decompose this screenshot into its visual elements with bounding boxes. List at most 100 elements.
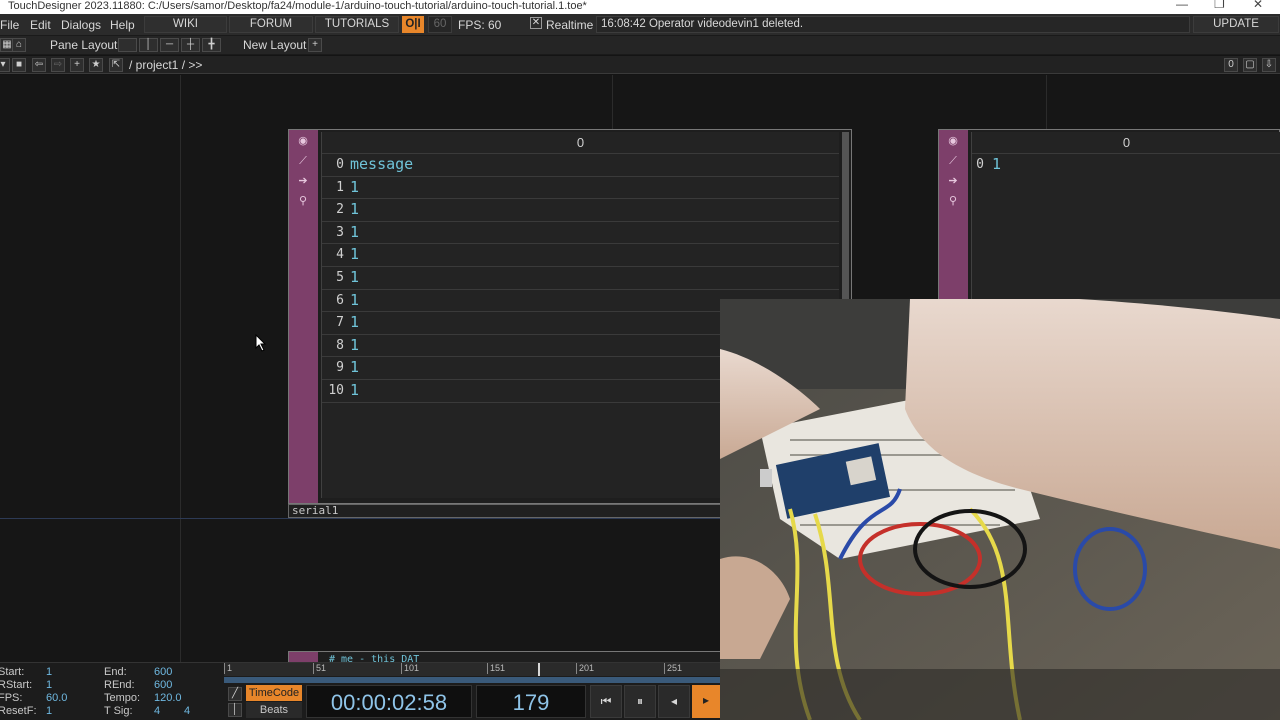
add-layout-icon[interactable]: + [308,38,322,52]
table-row: 31 [322,222,839,245]
row-value: 1 [350,381,360,399]
webcam-overlay [720,299,1280,720]
select-dat-node[interactable]: ◉ ⟋ ➔ ⚲ 0 0 1 [938,129,1280,309]
step-back-button[interactable]: ◂ [658,685,690,718]
table-row: 11 [322,177,839,200]
fps-value: 60 [488,18,502,32]
column-header: 0 [972,132,1280,154]
layout-split-h-icon[interactable]: ─ [160,38,179,52]
table-row: 51 [322,267,839,290]
row-index: 5 [336,270,344,285]
restore-icon[interactable]: ❐ [1214,0,1225,10]
minimize-icon[interactable]: — [1176,0,1188,10]
add-icon[interactable]: + [70,58,84,72]
grid-line [180,75,181,662]
layout-quad-icon[interactable]: ╋ [202,38,221,52]
star-icon[interactable]: ★ [89,58,103,72]
tutorials-button[interactable]: TUTORIALS [315,16,399,33]
layout-triple-icon[interactable]: ┼ [181,38,200,52]
row-value: 1 [350,222,360,241]
timeline-ruler[interactable]: 1 51 101 151 201 251 [224,663,720,676]
row-index: 4 [336,247,344,263]
stop-icon[interactable]: ■ [12,58,26,72]
timecode-tab[interactable]: TimeCode [246,685,302,701]
row-value: 1 [350,358,360,377]
fps-label: FPS: [0,692,23,704]
range-bar[interactable] [224,677,720,683]
pulse-icon[interactable]: ⟋ [296,154,310,168]
network-path[interactable]: / project1 / >> [129,58,202,72]
status-message: 16:08:42 Operator videodevin1 deleted. [596,16,1190,33]
timeline-bar-icon[interactable]: │ [228,703,242,717]
lock-icon[interactable]: ⚲ [946,194,960,208]
ruler-tick: 201 [576,663,594,674]
timeline-slash-icon[interactable]: ╱ [228,687,242,701]
fps-target-field[interactable]: 60 [428,16,452,33]
close-icon[interactable]: ✕ [1253,0,1263,10]
forum-button[interactable]: FORUM [229,16,313,33]
rewind-button[interactable]: ⏮ [590,685,622,718]
lock-icon[interactable]: ⚲ [296,194,310,208]
menu-help[interactable]: Help [110,18,135,32]
playhead[interactable] [538,663,540,676]
wiki-button[interactable]: WIKI [144,16,227,33]
rstart-value[interactable]: 1 [46,679,52,691]
grid-line [1046,75,1047,130]
start-label: Start: [0,666,25,678]
beats-tab[interactable]: Beats [246,702,302,718]
pause-button[interactable]: ⏸ [624,685,656,718]
table-row: 0 1 [972,154,1280,177]
layout-single-icon[interactable] [118,38,137,52]
fps-label: FPS: [458,18,485,32]
ruler-tick: 151 [487,663,505,674]
menu-file[interactable]: File [0,18,19,32]
link-icon[interactable]: ⇱ [109,58,123,72]
home-icon[interactable]: ⌂ [12,38,26,52]
menu-dialogs[interactable]: Dialogs [61,18,101,32]
pulse-icon[interactable]: ⟋ [946,154,960,168]
tsig-denominator[interactable]: 4 [184,705,190,717]
row-index: 10 [328,383,344,398]
play-button[interactable]: ▸ [692,685,720,718]
layout-split-v-icon[interactable]: │ [139,38,158,52]
window-title-bar: TouchDesigner 2023.11880: C:/Users/samor… [0,0,1280,14]
forward-icon[interactable]: ⇨ [51,58,65,72]
column-header: 0 [322,132,839,154]
fps-value[interactable]: 60.0 [46,692,67,704]
row-value: 1 [350,335,360,354]
menu-edit[interactable]: Edit [30,18,51,32]
frame-display[interactable]: 179 [476,685,586,718]
row-value: 1 [992,155,1002,173]
ruler-tick: 51 [313,663,326,674]
op-sidebar: ◉ ⟋ ➔ ⚲ [289,130,318,503]
arrow-right-icon[interactable]: ➔ [946,174,960,188]
path-counter: 0 [1224,58,1238,72]
update-button[interactable]: UPDATE [1193,16,1279,33]
start-value[interactable]: 1 [46,666,52,678]
node-name-label[interactable]: serial1 [288,504,728,518]
rend-label: REnd: [104,679,135,691]
back-icon[interactable]: ⇦ [32,58,46,72]
tempo-label: Tempo: [104,692,141,704]
perform-mode-toggle[interactable]: O|I [402,16,424,33]
network-path-bar: ▾ ■ ⇦ ⇨ + ★ ⇱ / project1 / >> 0 ▢ ⇩ [0,56,1280,74]
viewer-icon[interactable]: ◉ [296,134,310,148]
rend-value[interactable]: 600 [154,679,172,691]
resetf-label: ResetF: [0,705,37,717]
row-index: 9 [336,360,344,376]
end-value[interactable]: 600 [154,666,172,678]
realtime-checkbox[interactable]: ✕ [530,17,542,29]
webcam-image [720,299,1280,720]
tsig-numerator[interactable]: 4 [154,705,160,717]
viewer-icon[interactable]: ◉ [946,134,960,148]
panel-icon[interactable]: ▢ [1243,58,1257,72]
dropdown-icon[interactable]: ▾ [0,58,10,72]
download-icon[interactable]: ⇩ [1262,58,1276,72]
ruler-tick: 1 [224,663,232,674]
end-label: End: [104,666,127,678]
row-index: 8 [336,337,344,353]
resetf-value[interactable]: 1 [46,705,52,717]
tempo-value[interactable]: 120.0 [154,692,182,704]
timecode-display[interactable]: 00:00:02:58 [306,685,472,718]
arrow-right-icon[interactable]: ➔ [296,174,310,188]
